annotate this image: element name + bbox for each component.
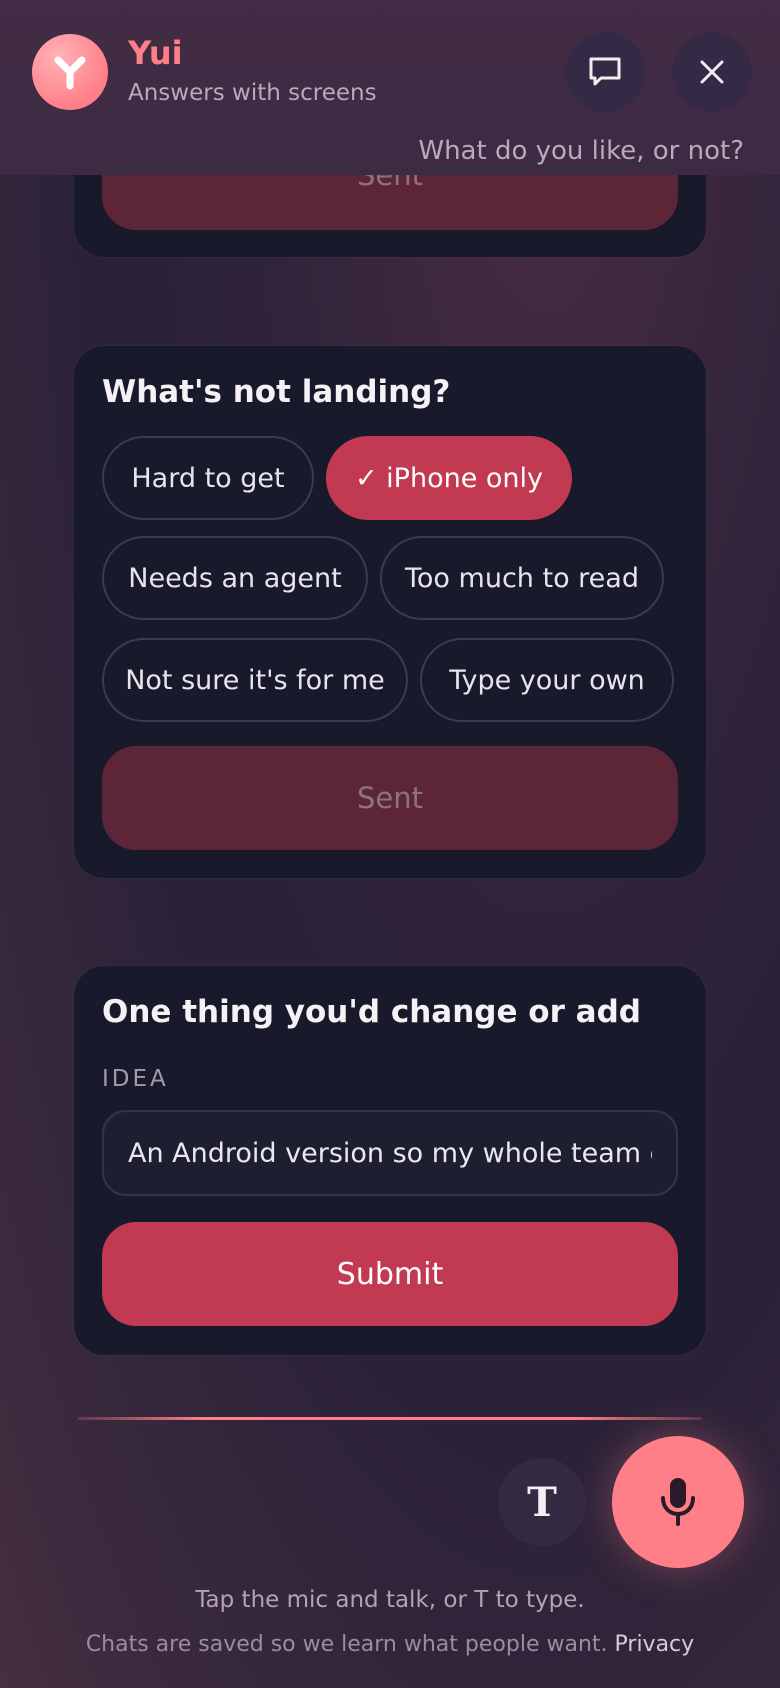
chat-button[interactable] — [565, 32, 645, 112]
app-subtitle: Answers with screens — [128, 80, 377, 106]
privacy-link[interactable]: Privacy — [615, 1632, 695, 1657]
chip-too-much-to-read[interactable]: Too much to read — [380, 536, 664, 620]
submit-button[interactable]: Submit — [102, 1222, 678, 1326]
header: Yui Answers with screens What do you lik… — [0, 0, 780, 175]
idea-title: One thing you'd change or add — [102, 994, 641, 1030]
question-title: What's not landing? — [102, 374, 451, 410]
idea-input[interactable] — [102, 1110, 678, 1196]
type-text-button[interactable]: T — [498, 1458, 586, 1546]
close-icon — [700, 60, 724, 84]
chip-not-sure-its-for-me[interactable]: Not sure it's for me — [102, 638, 408, 722]
chip-needs-an-agent[interactable]: Needs an agent — [102, 536, 368, 620]
chip-type-your-own[interactable]: Type your own — [420, 638, 674, 722]
microphone-icon — [661, 1478, 695, 1526]
composer-divider — [78, 1417, 702, 1420]
composer-hint: Tap the mic and talk, or T to type. — [195, 1587, 585, 1613]
mic-button[interactable] — [612, 1436, 744, 1568]
chat-bubble-icon — [589, 57, 621, 86]
feedback-prompt: What do you like, or not? — [418, 136, 744, 166]
privacy-footnote: Chats are saved so we learn what people … — [0, 1632, 780, 1657]
sent-button: Sent — [102, 746, 678, 850]
footnote-text: Chats are saved so we learn what people … — [85, 1632, 608, 1657]
idea-card: One thing you'd change or add IDEA Submi… — [74, 966, 706, 1355]
logo-y-icon — [54, 56, 86, 90]
app-name: Yui — [128, 34, 183, 72]
yui-logo — [32, 34, 108, 110]
whats-not-landing-card: What's not landing? Hard to get ✓ iPhone… — [74, 346, 706, 878]
close-button[interactable] — [672, 32, 752, 112]
chip-iphone-only[interactable]: ✓ iPhone only — [326, 436, 572, 520]
idea-field-label: IDEA — [102, 1066, 169, 1092]
chip-hard-to-get[interactable]: Hard to get — [102, 436, 314, 520]
